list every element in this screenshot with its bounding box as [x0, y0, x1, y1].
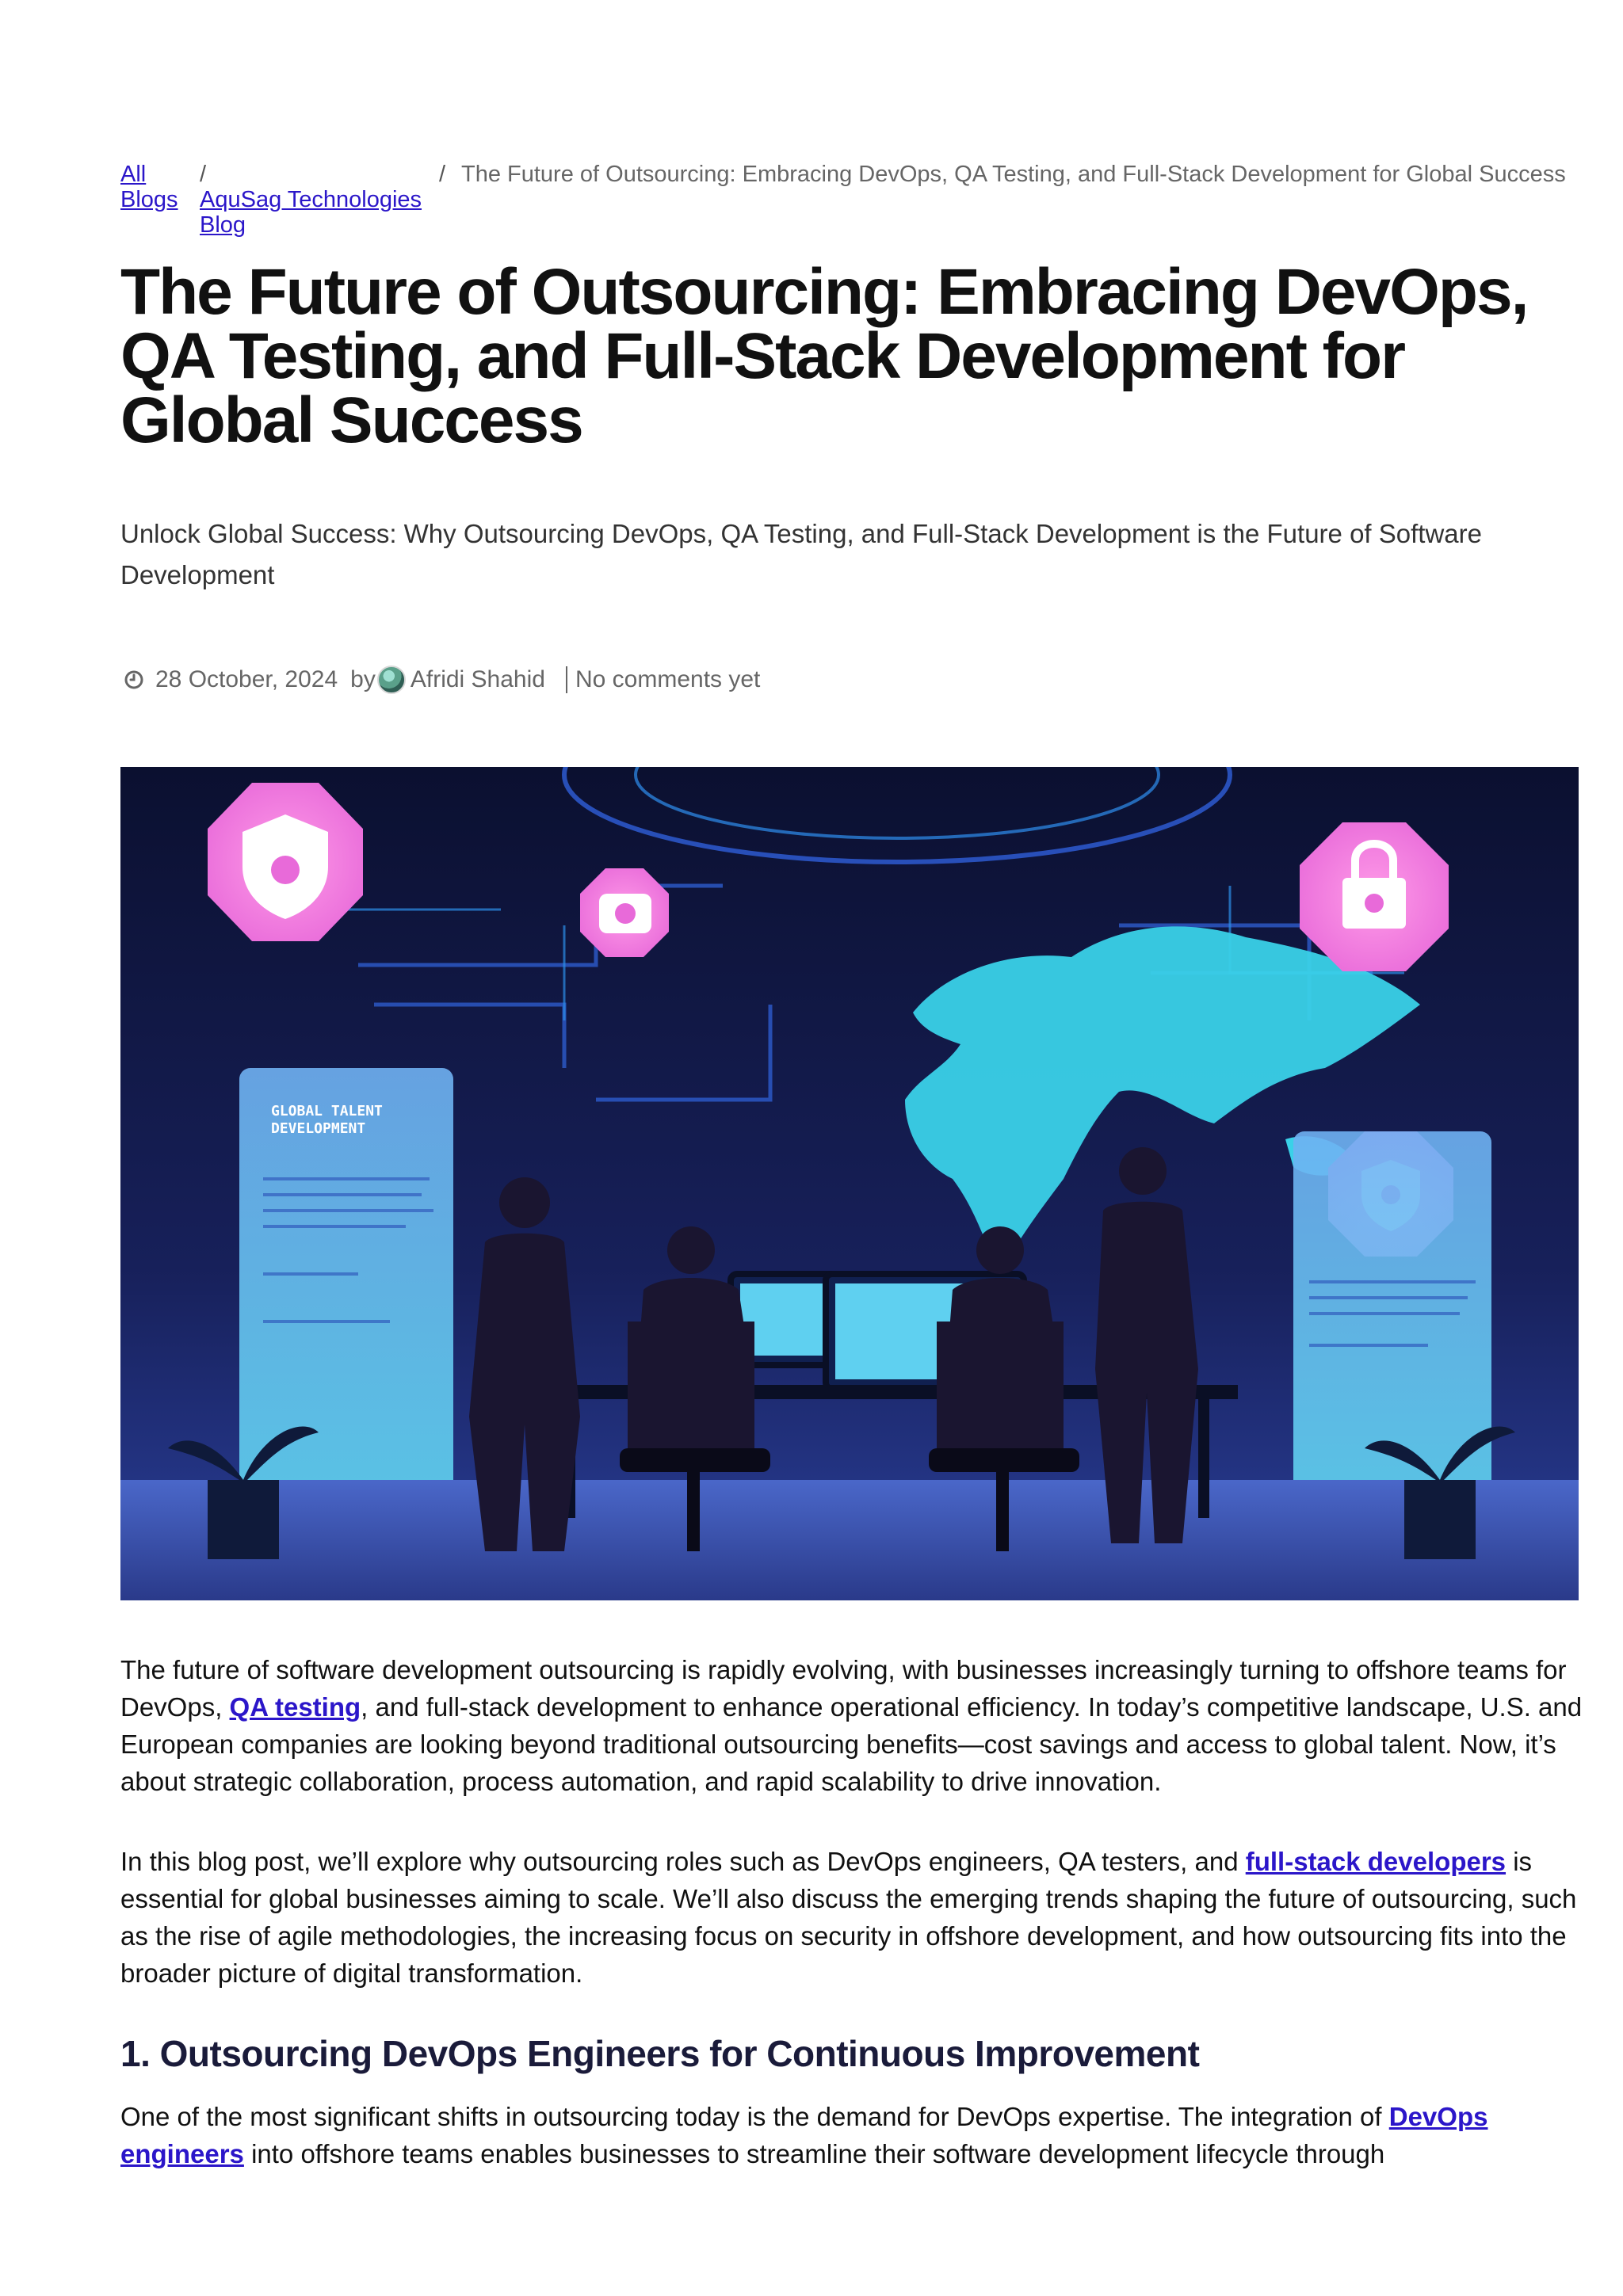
author-avatar [376, 666, 406, 694]
meta-divider [565, 666, 567, 693]
section-paragraph: One of the most significant shifts in ou… [120, 2098, 1587, 2172]
intro-paragraph: The future of software development outso… [120, 1651, 1587, 1800]
breadcrumb-separator: / [439, 162, 446, 187]
comments-count[interactable]: No comments yet [575, 664, 760, 696]
panel-text-2: DEVELOPMENT [271, 1120, 365, 1137]
breadcrumb-all-blogs-link[interactable]: All Blogs [120, 162, 184, 212]
page-title: The Future of Outsourcing: Embracing Dev… [120, 256, 1529, 456]
panel-text-1: GLOBAL TALENT [271, 1103, 383, 1119]
section-heading: 1. Outsourcing DevOps Engineers for Cont… [120, 2033, 1200, 2074]
post-date: 28 October, 2024 [155, 666, 338, 692]
paragraph-text: In this blog post, we’ll explore why out… [120, 1847, 1246, 1876]
article-meta: 28 October, 2024 by Afridi Shahid No com… [124, 664, 760, 696]
hero-illustration: GLOBAL TALENT DEVELOPMENT [120, 767, 1579, 1600]
shield-badge [208, 783, 363, 941]
full-stack-developers-link[interactable]: full-stack developers [1246, 1847, 1506, 1876]
breadcrumb-current-page: The Future of Outsourcing: Embracing Dev… [461, 162, 1566, 187]
paragraph-text: One of the most significant shifts in ou… [120, 2102, 1389, 2131]
article-subtitle: Unlock Global Success: Why Outsourcing D… [120, 519, 1482, 589]
by-label: by [350, 666, 376, 692]
paragraph-text: into offshore teams enables businesses t… [243, 2139, 1385, 2168]
overview-paragraph: In this blog post, we’ll explore why out… [120, 1843, 1587, 1992]
clock-icon [124, 670, 143, 689]
author-name[interactable]: Afridi Shahid [411, 664, 545, 696]
breadcrumb-blog-link[interactable]: AquSag Technologies Blog [200, 187, 437, 238]
breadcrumb-separator: / [200, 162, 207, 187]
qa-testing-link[interactable]: QA testing [230, 1692, 361, 1722]
hero-image: GLOBAL TALENT DEVELOPMENT [120, 767, 1579, 1600]
